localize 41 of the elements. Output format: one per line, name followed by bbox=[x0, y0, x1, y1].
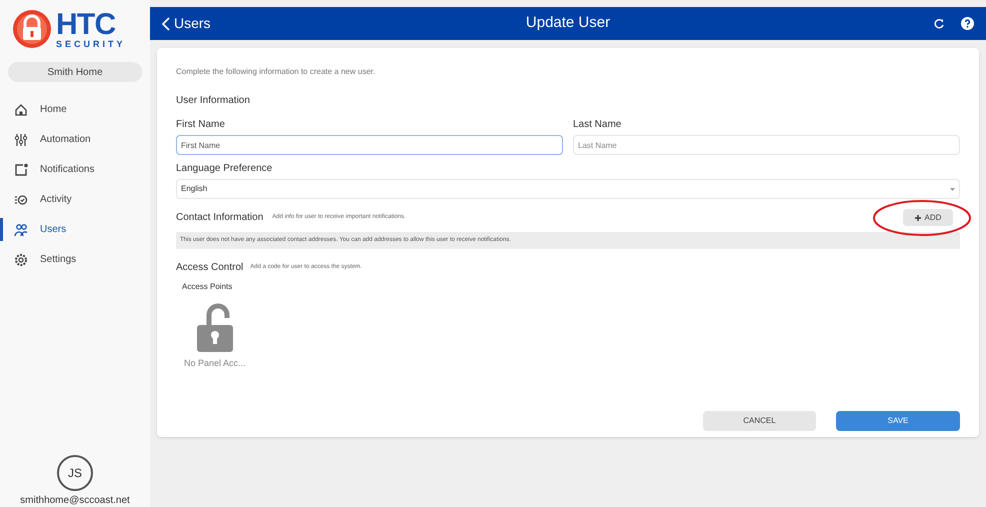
access-points-label: Access Points bbox=[182, 281, 234, 293]
location-button[interactable]: Smith Home bbox=[8, 62, 142, 82]
refresh-icon[interactable] bbox=[933, 18, 945, 30]
page-title: Update User bbox=[526, 13, 610, 34]
people-icon bbox=[14, 222, 28, 236]
cancel-button[interactable]: CANCEL bbox=[703, 411, 816, 431]
user-avatar[interactable]: JS bbox=[57, 455, 93, 491]
sliders-icon bbox=[14, 132, 28, 146]
intro-text: Complete the following information to create a new user. bbox=[176, 66, 376, 78]
field-label: Language Preference bbox=[176, 162, 274, 176]
back-link[interactable]: Users bbox=[162, 13, 211, 34]
sidebar-item[interactable]: Automation bbox=[0, 128, 150, 151]
first-name-field[interactable]: First Name bbox=[176, 135, 563, 155]
field-label: Last Name bbox=[573, 118, 622, 132]
account-email: smithhome@sccoast.net bbox=[20, 495, 130, 507]
unlocked-padlock-icon[interactable] bbox=[194, 303, 235, 353]
section-heading: User Information bbox=[176, 94, 251, 108]
add-button[interactable]: ADD bbox=[903, 209, 953, 226]
logo-tagline: SECURITY bbox=[56, 40, 126, 48]
sidebar-item[interactable]: Settings bbox=[0, 248, 150, 271]
field-label: First Name bbox=[176, 118, 226, 132]
language-dropdown[interactable]: English bbox=[176, 179, 960, 199]
checklist-clock-icon bbox=[14, 192, 28, 206]
chevron-left-icon bbox=[162, 16, 170, 30]
logo-wordmark: HTC bbox=[56, 10, 116, 40]
home-icon bbox=[14, 102, 28, 116]
save-button[interactable]: SAVE bbox=[836, 411, 960, 431]
sidebar-item[interactable]: Users bbox=[0, 218, 150, 241]
sidebar-item[interactable]: Notifications bbox=[0, 158, 150, 181]
caret-icon bbox=[950, 188, 955, 190]
sidebar-item[interactable]: Home bbox=[0, 98, 150, 121]
gear-icon bbox=[14, 252, 28, 266]
sidebar-item[interactable]: Activity bbox=[0, 188, 150, 211]
padlock-logo-icon bbox=[12, 9, 52, 49]
section-heading: Access Control bbox=[176, 261, 244, 275]
plus-icon bbox=[914, 214, 921, 220]
access-point-label: No Panel Acc... bbox=[184, 357, 246, 370]
notification-square-icon bbox=[14, 162, 28, 176]
help-icon[interactable] bbox=[961, 17, 974, 30]
last-name-field[interactable]: Last Name bbox=[573, 135, 960, 155]
section-heading: Contact Information bbox=[176, 211, 264, 225]
